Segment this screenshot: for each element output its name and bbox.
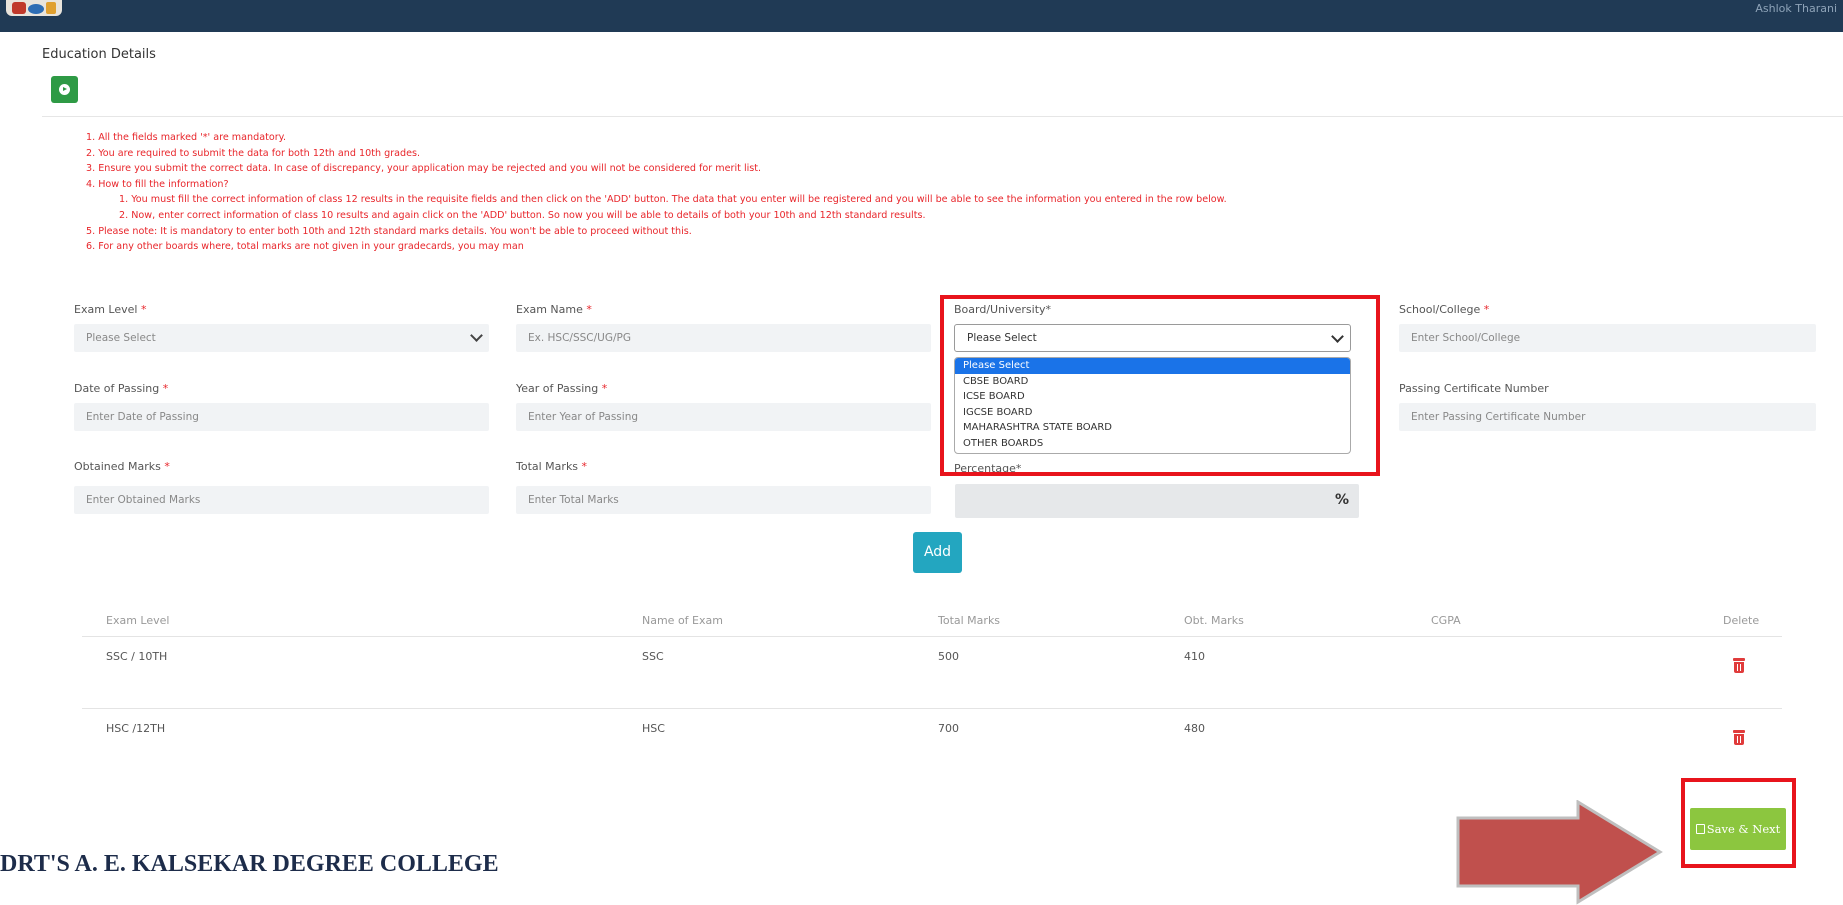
- obtained-marks-label: Obtained Marks *: [74, 460, 170, 473]
- year-passing-input[interactable]: Enter Year of Passing: [516, 403, 931, 431]
- delete-icon[interactable]: [1733, 730, 1745, 745]
- add-button[interactable]: Add: [913, 532, 962, 573]
- date-passing-label: Date of Passing *: [74, 382, 169, 395]
- instruction-line: 1. You must fill the correct information…: [119, 194, 1227, 206]
- school-input[interactable]: Enter School/College: [1399, 324, 1816, 352]
- cell-obtained-marks: 480: [1184, 722, 1205, 735]
- cell-exam-level: SSC / 10TH: [106, 650, 168, 663]
- divider: [42, 116, 1843, 117]
- instruction-line: 4. How to fill the information?: [86, 178, 229, 190]
- instruction-line: 2. Now, enter correct information of cla…: [119, 209, 926, 221]
- instruction-line: 1. All the fields marked '*' are mandato…: [86, 132, 287, 143]
- expand-button[interactable]: [51, 76, 78, 103]
- user-name: Ashlok Tharani: [1755, 2, 1837, 15]
- exam-name-label: Exam Name *: [516, 303, 592, 316]
- column-header: Name of Exam: [642, 614, 723, 627]
- chevron-down-icon: [470, 329, 483, 342]
- year-passing-label: Year of Passing *: [516, 382, 608, 395]
- highlight-box: [940, 295, 1380, 476]
- total-marks-label: Total Marks *: [516, 460, 588, 473]
- school-label: School/College *: [1399, 303, 1490, 316]
- obtained-marks-input[interactable]: Enter Obtained Marks: [74, 486, 489, 514]
- cell-obtained-marks: 410: [1184, 650, 1205, 663]
- column-header: Exam Level: [106, 614, 170, 627]
- cell-total-marks: 700: [938, 722, 959, 735]
- instructions: 1. All the fields marked '*' are mandato…: [86, 130, 1227, 255]
- table-row: SSC / 10TH SSC 500 410: [82, 636, 1782, 708]
- instruction-line: 5. Please note: It is mandatory to enter…: [86, 225, 692, 237]
- section-title: Education Details: [42, 47, 156, 62]
- delete-icon[interactable]: [1733, 658, 1745, 673]
- save-icon: [1695, 824, 1705, 834]
- cell-exam-name: HSC: [642, 722, 665, 735]
- date-passing-input[interactable]: Enter Date of Passing: [74, 403, 489, 431]
- exam-level-select[interactable]: Please Select: [74, 324, 489, 352]
- column-header: CGPA: [1431, 614, 1461, 627]
- exam-level-label: Exam Level *: [74, 303, 147, 316]
- instruction-line: 3. Ensure you submit the correct data. I…: [86, 163, 762, 175]
- college-name: DRT'S A. E. KALSEKAR DEGREE COLLEGE: [0, 851, 499, 877]
- column-header: Delete: [1723, 614, 1760, 627]
- cell-total-marks: 500: [938, 650, 959, 663]
- top-bar: Ashlok Tharani: [0, 0, 1843, 32]
- cert-number-label: Passing Certificate Number: [1399, 382, 1549, 395]
- play-icon: [59, 84, 70, 95]
- exam-name-input[interactable]: Ex. HSC/SSC/UG/PG: [516, 324, 931, 352]
- column-header: Total Marks: [938, 614, 1001, 627]
- save-next-button[interactable]: Save & Next: [1690, 808, 1786, 850]
- pointer-arrow-icon: [1456, 800, 1663, 905]
- table-row: HSC /12TH HSC 700 480: [82, 708, 1782, 780]
- percentage-field: %: [955, 484, 1359, 518]
- cell-exam-level: HSC /12TH: [106, 722, 166, 735]
- total-marks-input[interactable]: Enter Total Marks: [516, 486, 931, 514]
- instruction-line: 2. You are required to submit the data f…: [86, 147, 421, 159]
- instruction-line: 6. For any other boards where, total mar…: [86, 241, 524, 253]
- cell-exam-name: SSC: [642, 650, 664, 663]
- column-header: Obt. Marks: [1184, 614, 1244, 627]
- cert-number-input[interactable]: Enter Passing Certificate Number: [1399, 403, 1816, 431]
- percent-sign: %: [1334, 492, 1349, 508]
- logo: [6, 0, 62, 16]
